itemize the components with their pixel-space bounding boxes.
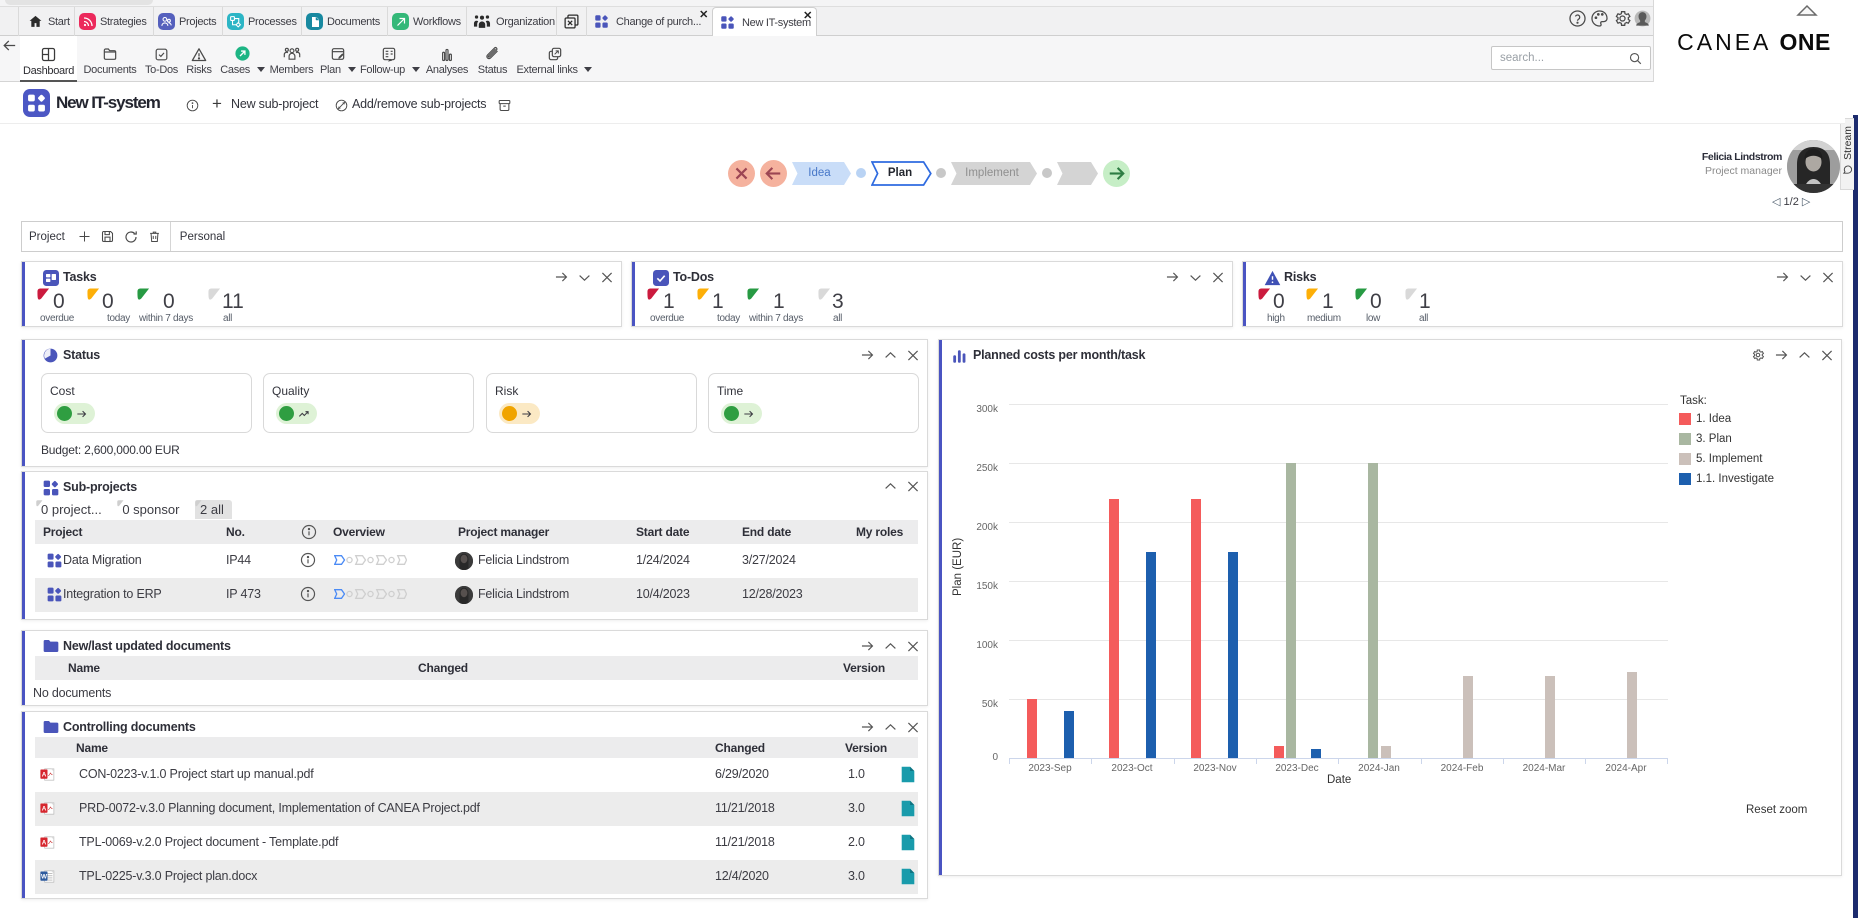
svg-text:A: A — [42, 840, 47, 847]
svg-text:A: A — [42, 806, 47, 813]
svg-text:W: W — [41, 874, 47, 881]
svg-text:A: A — [42, 772, 47, 779]
